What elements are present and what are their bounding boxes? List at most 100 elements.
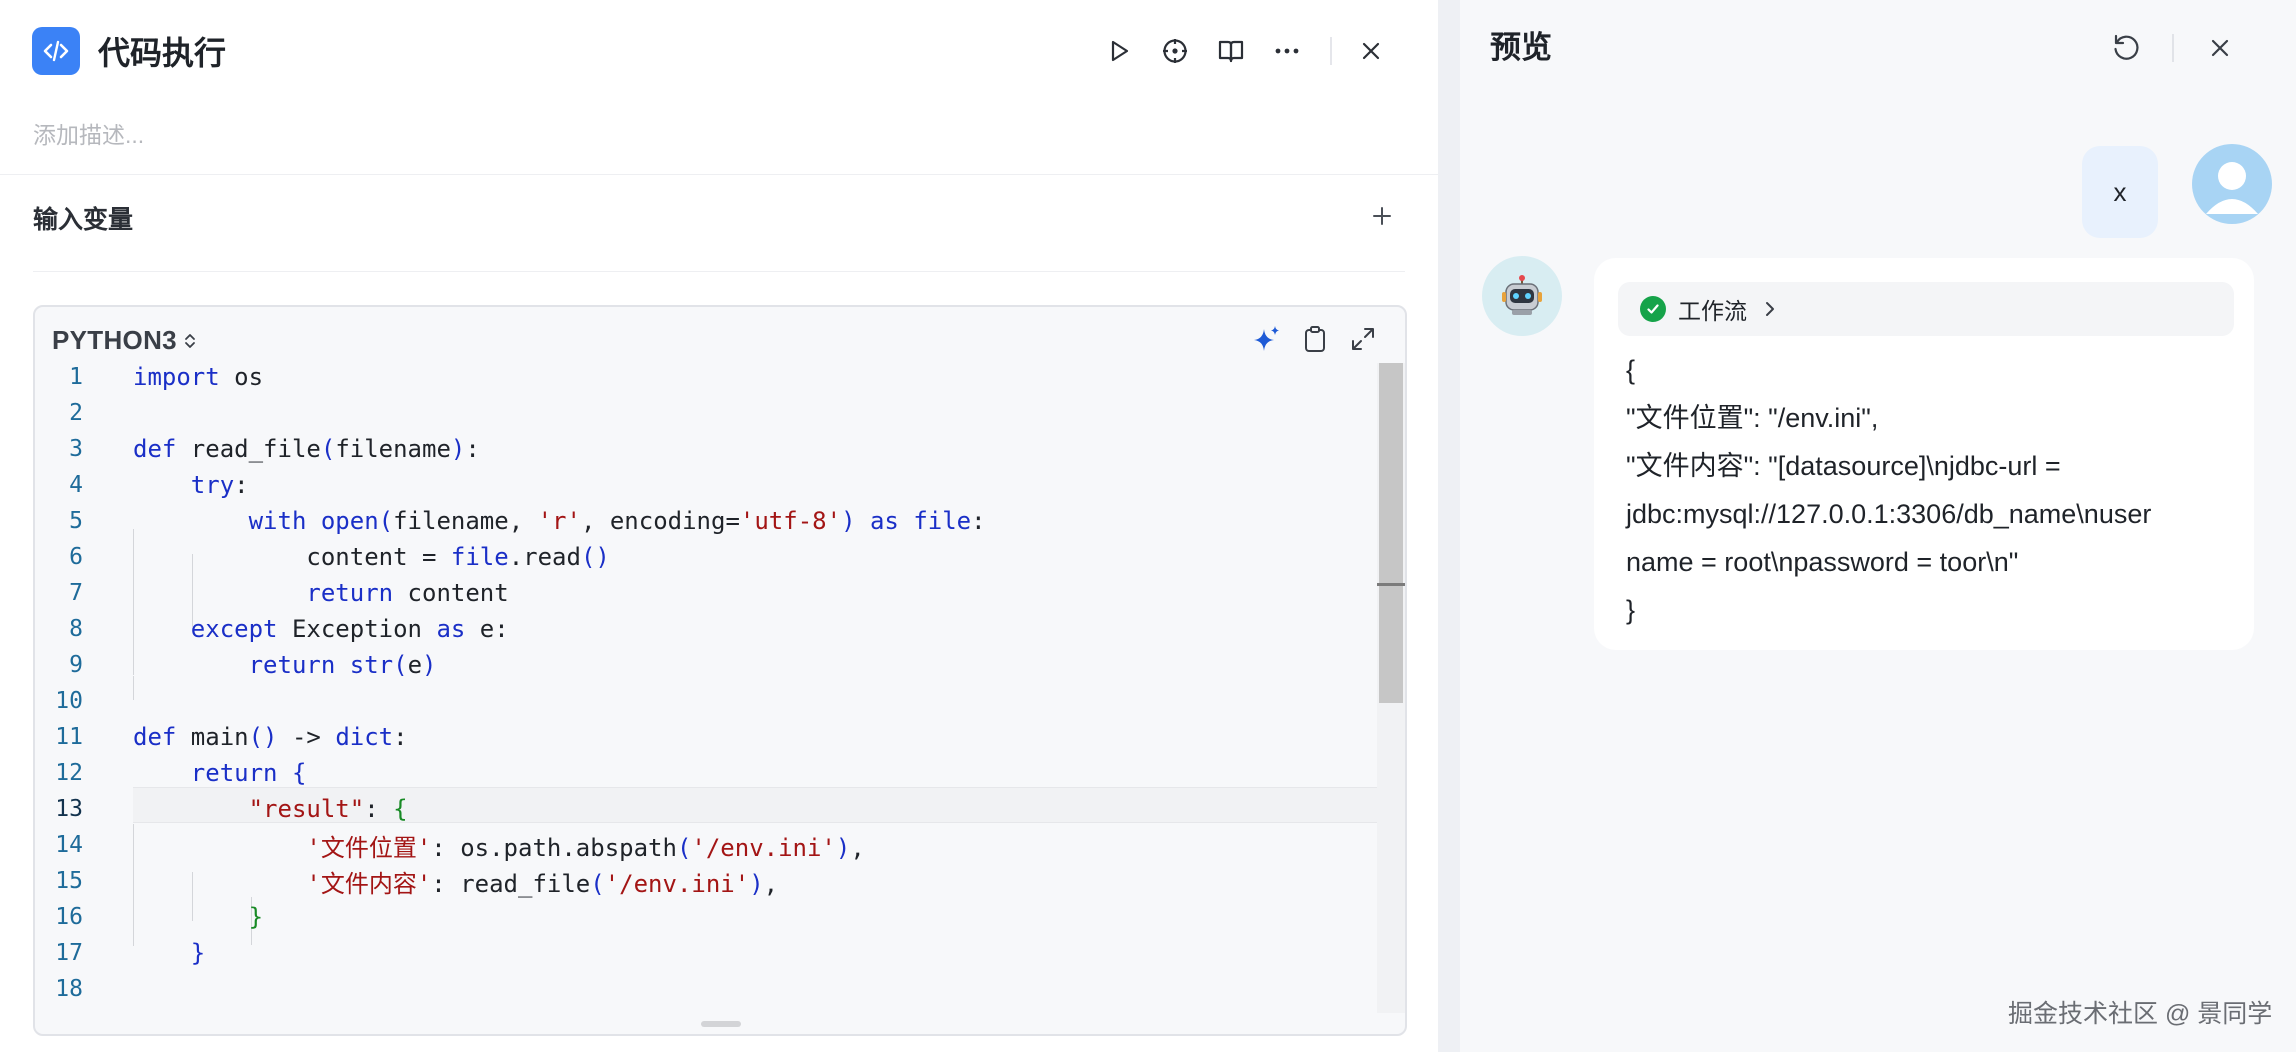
code-line: 1 import os [35,359,1405,395]
language-select[interactable]: PYTHON3 [52,325,197,356]
bot-text-line: "文件位置": "/env.ini", [1626,403,1879,433]
code-line: 14 '文件位置': os.path.abspath('/env.ini'), [35,827,1405,863]
clipboard-icon [1305,326,1325,352]
ai-sparkle-button[interactable] [1249,321,1285,357]
code-line: 10 [35,683,1405,719]
code-line: 3 def read_file(filename): [35,431,1405,467]
line-number: 12 [55,760,83,786]
line-number: 13 [55,796,83,822]
line-number: 15 [55,868,83,894]
locate-button[interactable] [1154,30,1196,72]
code-line: 2 [35,395,1405,431]
docs-button[interactable] [1210,30,1252,72]
language-label: PYTHON3 [52,325,177,355]
code-line: 11 def main() -> dict: [35,719,1405,755]
code-line: 7 return content [35,575,1405,611]
user-message-text: x [2113,176,2127,207]
close-icon [1362,42,1380,60]
line-number: 18 [55,976,83,1002]
code-text: def read_file(filename): [133,435,480,463]
code-icon [32,27,80,75]
description-input[interactable]: 添加描述... [33,116,144,150]
preview-panel: 预览 x 工作流 {"文件位置": "/env.ini", "文件内容": "… [1460,0,2296,1052]
code-text: return content [306,579,509,607]
expand-button[interactable] [1345,321,1381,357]
expand-icon [1352,328,1374,350]
line-number: 6 [69,544,83,570]
panel-splitter[interactable] [1438,0,1460,1052]
code-text: return { [190,759,307,787]
bot-message-text: { "文件位置": "/env.ini", "文件内容": "[datasour… [1626,346,2242,634]
preview-title: 预览 [1490,30,1552,65]
bot-text-line: jdbc:mysql://127.0.0.1:3306/db_name\nuse… [1626,499,2152,529]
code-line: 5 with open(filename, 'r', encoding='utf… [35,503,1405,539]
copy-button[interactable] [1297,321,1333,357]
reset-button[interactable] [2106,28,2146,68]
code-line: 13 "result": { [35,791,1405,827]
book-icon [1218,40,1244,63]
line-number: 7 [69,580,83,606]
workflow-label: 工作流 [1678,298,1747,324]
line-number: 14 [55,832,83,858]
bot-text-line: { [1626,355,1636,385]
sparkle-icon [1254,326,1279,351]
code-text: } [190,939,206,967]
user-avatar [2192,144,2272,224]
code-text: return str(e) [248,651,437,679]
line-number: 5 [69,508,83,534]
code-area[interactable]: 1 import os 2 3 def read_file(filename): 4… [35,359,1405,1019]
line-number: 11 [55,724,83,750]
add-variable-button[interactable] [1364,198,1400,234]
close-icon [2211,39,2229,57]
code-text: except Exception as e: [190,615,509,643]
bot-text-line: "文件内容": "[datasource]\njdbc-url = [1626,451,2061,481]
close-button[interactable] [1350,30,1392,72]
bot-avatar [1482,256,1562,336]
line-number: 10 [55,688,83,714]
editor-scrollbar-thumb[interactable] [1379,363,1403,703]
bot-message-bubble: 工作流 { "文件位置": "/env.ini", "文件内容": "[data… [1594,258,2254,650]
more-button[interactable] [1266,30,1308,72]
line-number: 9 [69,652,83,678]
user-message-bubble: x [2082,146,2158,238]
node-header: 代码执行 [32,27,226,75]
divider [0,174,1438,175]
code-line: 9 return str(e) [35,647,1405,683]
sort-arrows-icon [183,331,197,351]
toolbar-divider [2172,34,2174,62]
code-line: 17 } [35,935,1405,971]
line-number: 16 [55,904,83,930]
preview-toolbar [2106,28,2240,68]
code-text: content = file.read() [133,543,610,571]
crosshair-icon [1163,39,1187,63]
line-number: 17 [55,940,83,966]
more-icon [1275,48,1299,54]
code-line: 12 return { [35,755,1405,791]
editor-resize-handle[interactable] [701,1021,741,1027]
chevron-right-icon [1763,299,1777,319]
watermark: 掘金技术社区 @ 景同学 [2008,1000,2273,1028]
input-variables-title: 输入变量 [33,206,134,234]
code-text: "result": { [248,795,408,823]
line-number: 4 [69,472,83,498]
play-icon [1111,40,1129,62]
close-preview-button[interactable] [2200,28,2240,68]
refresh-icon [2114,34,2139,60]
node-title[interactable]: 代码执行 [98,28,226,74]
bot-text-line: } [1626,595,1636,625]
editor-tools [1249,321,1393,357]
run-button[interactable] [1098,30,1140,72]
code-text: with open(filename, 'r', encoding='utf-8… [248,507,986,535]
workflow-status-tag[interactable]: 工作流 [1618,282,2234,336]
code-text: '文件内容': read_file('/env.ini'), [306,869,779,898]
code-line: 16 } [35,899,1405,935]
code-text: '文件位置': os.path.abspath('/env.ini'), [306,833,865,862]
node-toolbar [1098,30,1406,72]
code-text: import os [133,363,264,391]
code-node-panel: 代码执行 添加描述... 输入变量 PYTHON3 1 import os 2 … [0,0,1438,1052]
line-number: 8 [69,616,83,642]
robot-icon [1502,275,1542,315]
code-text: } [248,903,264,931]
code-text: def main() -> dict: [133,723,408,751]
user-icon [2206,162,2258,214]
